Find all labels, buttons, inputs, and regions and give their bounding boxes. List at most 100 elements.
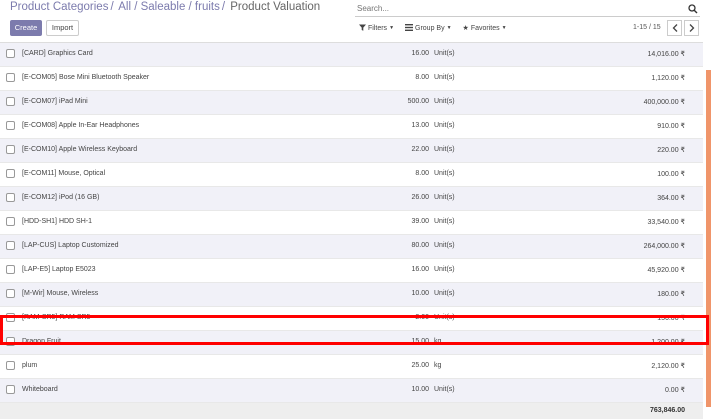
table-row[interactable]: [E-COM07] iPad Mini 500.00 Unit(s) 400,000.… [0,91,703,115]
unit-of-measure: kg [434,362,442,369]
unit-of-measure: Unit(s) [434,170,455,177]
row-checkbox[interactable] [6,73,15,82]
pager-next-button[interactable] [684,20,699,36]
total-value-cell: 220.00 ₹ [657,147,685,154]
favorites-label: Favorites [470,24,500,32]
row-checkbox[interactable] [6,145,15,154]
quantity: 16.00 [411,50,429,57]
table-row[interactable]: [E-COM05] Bose Mini Bluetooth Speaker 8.0… [0,67,703,91]
pager-previous-button[interactable] [667,20,682,36]
favorites-dropdown[interactable]: ★ Favorites ▼ [459,20,511,36]
product-name: [E-COM08] Apple In-Ear Headphones [22,122,140,129]
row-checkbox[interactable] [6,217,15,226]
pager-value[interactable]: 1-15 / 15 [633,21,661,35]
quantity: 16.00 [411,266,429,273]
table-row[interactable]: [LAP-E5] Laptop E5023 16.00 Unit(s) 45,920.… [0,259,703,283]
total-value-cell: 1,200.00 ₹ [651,339,685,346]
filters-dropdown[interactable]: Filters ▼ [355,20,398,36]
row-checkbox[interactable] [6,289,15,298]
quantity: 25.00 [411,362,429,369]
product-name: Whiteboard [22,386,58,393]
quantity: 2.00 [415,314,429,321]
row-checkbox[interactable] [6,193,15,202]
product-name: [HDD-SH1] HDD SH-1 [22,218,93,225]
product-name: [M-Wir] Mouse, Wireless [22,290,99,297]
total-value-cell: 2,120.00 ₹ [651,363,685,370]
row-checkbox[interactable] [6,385,15,394]
breadcrumb-separator: / [221,1,226,13]
unit-of-measure: Unit(s) [434,242,455,249]
total-value-cell: 910.00 ₹ [657,123,685,130]
search-input[interactable] [355,4,686,13]
row-checkbox[interactable] [6,241,15,250]
row-checkbox[interactable] [6,49,15,58]
row-checkbox[interactable] [6,361,15,370]
unit-of-measure: Unit(s) [434,266,455,273]
breadcrumb-separator: / [110,1,114,13]
product-name: [CARD] Graphics Card [22,50,93,57]
list-icon [405,23,414,33]
table-row[interactable]: [CARD] Graphics Card 16.00 Unit(s) 14,016.0… [0,43,703,67]
valuation-list: [CARD] Graphics Card 16.00 Unit(s) 14,016.0… [0,42,703,419]
scrollbar-thumb[interactable] [706,70,711,407]
row-checkbox[interactable] [6,169,15,178]
unit-of-measure: Unit(s) [434,314,455,321]
table-row[interactable]: [LAP-CUS] Laptop Customized 80.00 Unit(s) 2… [0,235,703,259]
row-checkbox[interactable] [6,265,15,274]
caret-down-icon: ▼ [501,25,507,31]
total-value-cell: 14,016.00 ₹ [647,51,685,58]
breadcrumb-product-categories[interactable]: Product Categories [10,1,108,13]
table-row[interactable]: [E-COM12] iPod (16 GB) 26.00 Unit(s) 364.00… [0,187,703,211]
total-value-cell: 33,540.00 ₹ [647,219,685,226]
unit-of-measure: Unit(s) [434,146,455,153]
quantity: 26.00 [411,194,429,201]
row-checkbox[interactable] [6,97,15,106]
unit-of-measure: Unit(s) [434,218,455,225]
row-checkbox[interactable] [6,313,15,322]
product-name: [E-COM07] iPad Mini [22,98,88,105]
create-button[interactable]: Create [10,20,42,36]
table-row[interactable]: [E-COM10] Apple Wireless Keyboard 22.00 Un… [0,139,703,163]
search-icon[interactable] [686,2,700,16]
quantity: 10.00 [411,386,429,393]
page-title: Product Valuation [230,1,321,13]
table-row[interactable]: [RAM-SR5] RAM SR5 2.00 Unit(s) 156.00 ₹ [0,307,703,331]
unit-of-measure: Unit(s) [434,50,455,57]
unit-of-measure: kg [434,338,442,345]
total-value-cell: 156.00 ₹ [657,315,685,322]
group-by-label: Group By [415,24,445,32]
total-value-cell: 100.00 ₹ [657,171,685,178]
product-name: [E-COM10] Apple Wireless Keyboard [22,146,138,153]
total-value: 763,846.00 [649,407,685,414]
quantity: 13.00 [411,122,429,129]
breadcrumb: Product Categories / All / Saleable / fru… [10,1,320,13]
row-checkbox[interactable] [6,121,15,130]
total-value-cell: 45,920.00 ₹ [647,267,685,274]
product-name: [RAM-SR5] RAM SR5 [22,314,91,321]
table-row[interactable]: plum 25.00 kg 2,120.00 ₹ [0,355,703,379]
group-by-dropdown[interactable]: Group By ▼ [401,20,456,36]
table-row[interactable]: [M-Wir] Mouse, Wireless 10.00 Unit(s) 180.0… [0,283,703,307]
search-bar [355,1,700,17]
table-row[interactable]: Whiteboard 10.00 Unit(s) 0.00 ₹ [0,379,703,403]
total-value-cell: 180.00 ₹ [657,291,685,298]
import-button[interactable]: Import [46,20,79,36]
table-row[interactable]: [E-COM11] Mouse, Optical 8.00 Unit(s) 100.0… [0,163,703,187]
table-row[interactable]: [E-COM08] Apple In-Ear Headphones 13.00 Un… [0,115,703,139]
total-value-cell: 400,000.00 ₹ [643,99,685,106]
quantity: 10.00 [411,290,429,297]
unit-of-measure: Unit(s) [434,98,455,105]
chevron-right-icon [689,24,694,32]
product-name: Dragon Fruit [22,338,61,345]
caret-down-icon: ▼ [446,25,452,31]
unit-of-measure: Unit(s) [434,194,455,201]
product-name: [E-COM12] iPod (16 GB) [22,194,100,201]
row-checkbox[interactable] [6,337,15,346]
filters-label: Filters [368,24,388,32]
unit-of-measure: Unit(s) [434,122,455,129]
quantity: 22.00 [411,146,429,153]
breadcrumb-category[interactable]: All / Saleable / fruits [118,1,220,13]
table-row[interactable]: [HDD-SH1] HDD SH-1 39.00 Unit(s) 33,540.00 … [0,211,703,235]
table-row[interactable]: Dragon Fruit 15.00 kg 1,200.00 ₹ [0,331,703,355]
caret-down-icon: ▼ [389,25,395,31]
